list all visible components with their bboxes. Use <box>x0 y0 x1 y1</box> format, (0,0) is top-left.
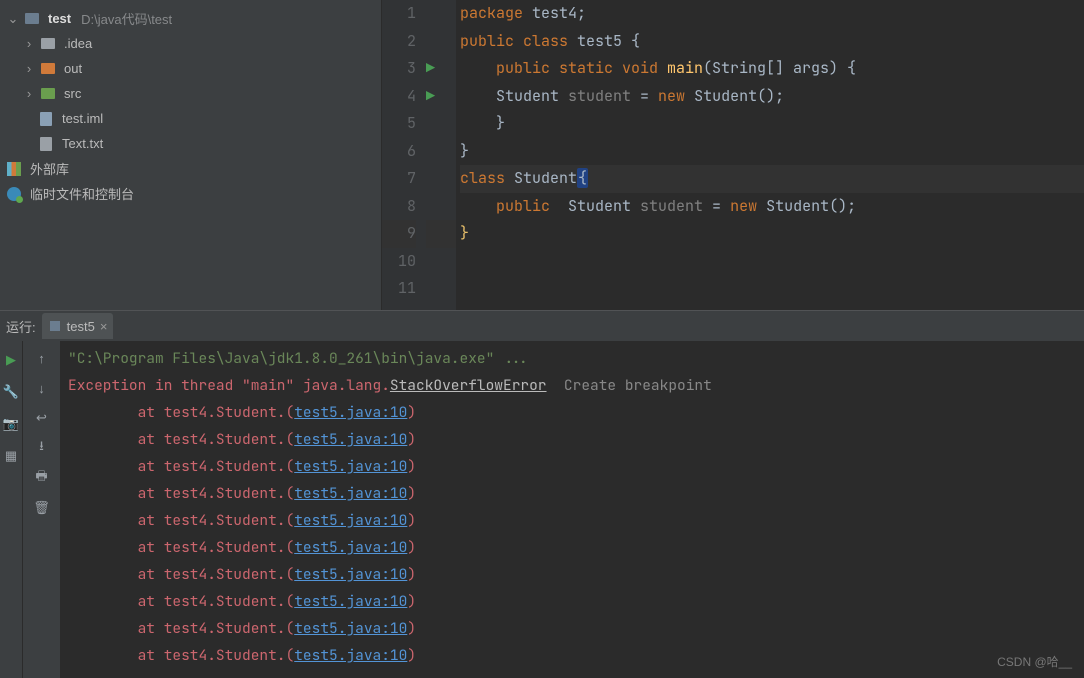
stacktrace-link[interactable]: test5.java:10 <box>294 592 407 611</box>
tree-label: src <box>64 86 81 101</box>
code-area[interactable]: package test4;public class test5 { publi… <box>456 0 1084 310</box>
tree-label: 外部库 <box>30 159 69 178</box>
run-gutter-icon[interactable] <box>426 110 444 138</box>
run-config-tab[interactable]: test5 × <box>42 313 114 339</box>
create-breakpoint-hint[interactable]: Create breakpoint <box>564 376 712 395</box>
camera-icon[interactable]: 📷 <box>2 415 20 433</box>
tree-item-out[interactable]: › out <box>0 56 381 81</box>
stacktrace-link[interactable]: test5.java:10 <box>294 646 407 665</box>
close-icon[interactable]: × <box>100 319 108 334</box>
chevron-down-icon: ⌄ <box>6 11 20 27</box>
run-gutter-icon[interactable] <box>426 275 444 303</box>
chevron-right-icon: › <box>22 61 36 76</box>
tree-label: 临时文件和控制台 <box>30 184 134 203</box>
stacktrace-link[interactable]: test5.java:10 <box>294 511 407 530</box>
gutter-line-numbers: 1234567891011 <box>382 0 426 310</box>
project-tree[interactable]: ⌄ test D:\java代码\test › .idea › out › sr… <box>0 0 382 310</box>
soft-wrap-icon[interactable]: ↩ <box>33 409 51 427</box>
file-icon <box>38 136 54 152</box>
run-tool-window: 运行: test5 × ▶ 🔧 📷 ▦ ↑ ↓ ↩ ⭳ 🖶 🗑 "C:\Prog… <box>0 310 1084 678</box>
folder-icon <box>40 36 56 52</box>
run-gutter-icon[interactable] <box>426 165 444 193</box>
file-icon <box>38 111 54 127</box>
code-line[interactable]: public class test5 { <box>460 28 1084 56</box>
chevron-right-icon: › <box>22 86 36 101</box>
stacktrace-link[interactable]: test5.java:10 <box>294 430 407 449</box>
project-root-row[interactable]: ⌄ test D:\java代码\test <box>0 6 381 31</box>
code-line[interactable]: } <box>460 138 1084 166</box>
run-config-icon <box>48 319 62 333</box>
code-line[interactable]: } <box>460 110 1084 138</box>
project-name: test <box>48 11 71 26</box>
run-gutter-icon[interactable] <box>426 248 444 276</box>
code-line[interactable]: class Student{ <box>460 165 1084 193</box>
external-libs-row[interactable]: 外部库 <box>0 156 381 181</box>
run-gutter-icon[interactable] <box>426 0 444 28</box>
tree-item-idea[interactable]: › .idea <box>0 31 381 56</box>
layout-icon[interactable]: ▦ <box>2 447 20 465</box>
project-path: D:\java代码\test <box>81 9 172 28</box>
run-gutter-icon[interactable] <box>426 28 444 56</box>
chevron-right-icon: › <box>22 36 36 51</box>
code-line[interactable]: Student student = new Student(); <box>460 83 1084 111</box>
run-gutter-icon[interactable] <box>426 193 444 221</box>
tree-label: .idea <box>64 36 92 51</box>
project-icon <box>24 11 40 27</box>
run-secondary-toolstrip: ↑ ↓ ↩ ⭳ 🖶 🗑 <box>22 341 60 678</box>
gutter-fold-markers[interactable] <box>444 0 456 310</box>
folder-icon <box>40 86 56 102</box>
run-label: 运行: <box>6 317 36 336</box>
stacktrace-link[interactable]: test5.java:10 <box>294 565 407 584</box>
tree-item-txt[interactable]: Text.txt <box>0 131 381 156</box>
stacktrace-link[interactable]: test5.java:10 <box>294 538 407 557</box>
run-left-toolstrip: ▶ 🔧 📷 ▦ <box>0 341 22 678</box>
scratches-row[interactable]: 临时文件和控制台 <box>0 181 381 206</box>
tree-label: out <box>64 61 82 76</box>
tree-item-src[interactable]: › src <box>0 81 381 106</box>
tree-label: Text.txt <box>62 136 103 151</box>
gutter-run-markers[interactable]: ▶▶ <box>426 0 444 310</box>
wrench-icon[interactable]: 🔧 <box>2 383 20 401</box>
code-line[interactable]: public Student student = new Student(); <box>460 193 1084 221</box>
watermark: CSDN @哈__ <box>997 653 1072 670</box>
run-gutter-icon[interactable] <box>426 220 444 248</box>
run-gutter-icon[interactable]: ▶ <box>426 55 444 83</box>
export-icon[interactable]: ⭳ <box>33 439 51 457</box>
print-icon[interactable]: 🖶 <box>33 469 51 487</box>
stacktrace-link[interactable]: test5.java:10 <box>294 484 407 503</box>
code-line[interactable]: } <box>460 220 1084 248</box>
run-tab-label: test5 <box>67 319 95 334</box>
code-line[interactable]: package test4; <box>460 0 1084 28</box>
stacktrace-link[interactable]: test5.java:10 <box>294 403 407 422</box>
folder-icon <box>40 61 56 77</box>
tree-label: test.iml <box>62 111 103 126</box>
code-line[interactable]: public static void main(String[] args) { <box>460 55 1084 83</box>
scratches-icon <box>6 186 22 202</box>
run-tab-bar: 运行: test5 × <box>0 311 1084 341</box>
console-output[interactable]: "C:\Program Files\Java\jdk1.8.0_261\bin\… <box>60 341 1084 678</box>
tree-item-iml[interactable]: test.iml <box>0 106 381 131</box>
code-editor[interactable]: 1234567891011 ▶▶ package test4;public cl… <box>382 0 1084 310</box>
run-gutter-icon[interactable]: ▶ <box>426 83 444 111</box>
trash-icon[interactable]: 🗑 <box>33 499 51 517</box>
run-gutter-icon[interactable] <box>426 138 444 166</box>
rerun-icon[interactable]: ▶ <box>2 351 20 369</box>
stacktrace-link[interactable]: test5.java:10 <box>294 457 407 476</box>
stacktrace-link[interactable]: test5.java:10 <box>294 619 407 638</box>
library-icon <box>6 161 22 177</box>
scroll-up-icon[interactable]: ↑ <box>33 349 51 367</box>
scroll-down-icon[interactable]: ↓ <box>33 379 51 397</box>
